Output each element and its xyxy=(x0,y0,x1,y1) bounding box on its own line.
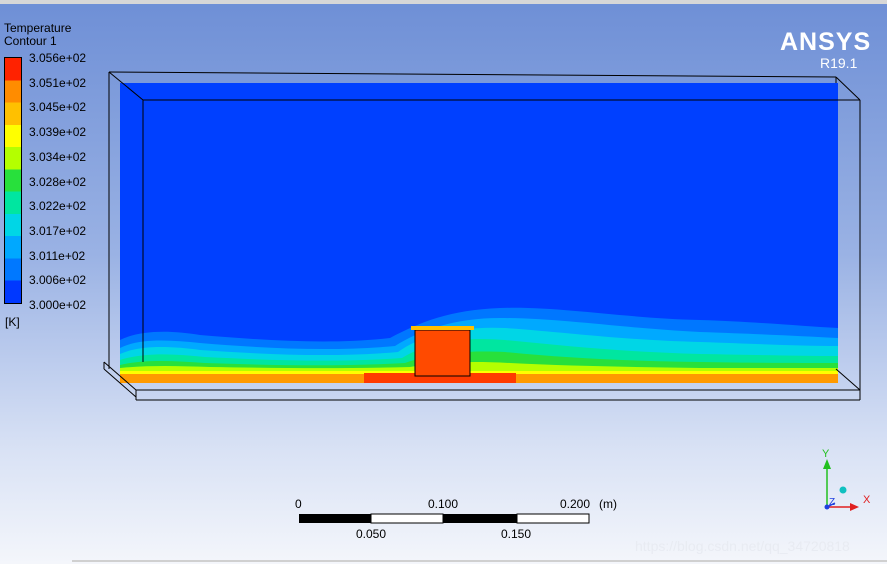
scale-bar xyxy=(299,513,590,524)
axis-y-label: Y xyxy=(822,448,830,460)
bottom-border xyxy=(72,560,887,562)
scale-label-0150: 0.150 xyxy=(501,527,532,541)
block-gradient-edge xyxy=(411,326,474,330)
scale-label-0200: 0.200 xyxy=(560,497,591,511)
axis-x-label: X xyxy=(863,494,871,506)
axis-triad-icon[interactable]: Y Z X xyxy=(805,445,875,520)
axis-z-label: Z xyxy=(829,497,835,508)
scale-label-0: 0 xyxy=(295,497,302,511)
scale-label-0050: 0.050 xyxy=(356,527,387,541)
watermark-text: https://blog.csdn.net/qq_34720818 xyxy=(635,538,850,554)
scale-label-0100: 0.100 xyxy=(428,497,459,511)
scale-unit: (m) xyxy=(599,497,617,511)
viewport-scene[interactable] xyxy=(0,0,887,564)
heated-block[interactable] xyxy=(414,329,471,377)
